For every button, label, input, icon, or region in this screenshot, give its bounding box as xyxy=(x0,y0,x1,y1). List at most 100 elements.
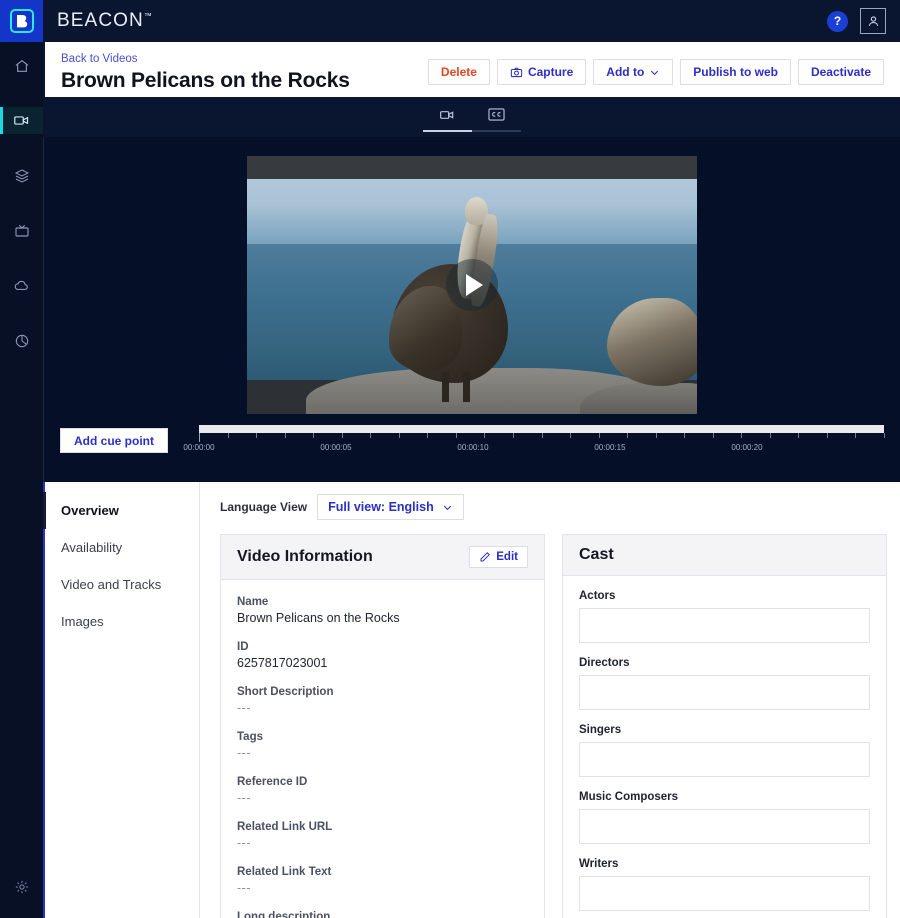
subnav-item-overview[interactable]: Overview xyxy=(43,492,199,529)
timeline[interactable]: 00:00:00 00:00:05 00:00:10 00:00:15 00:00:20 xyxy=(183,425,885,452)
subnav-item-availability[interactable]: Availability xyxy=(45,529,199,566)
sidebar-item-home[interactable] xyxy=(0,52,43,79)
back-to-videos-link[interactable]: Back to Videos xyxy=(61,52,350,67)
deactivate-button[interactable]: Deactivate xyxy=(797,59,884,85)
sidebar-item-settings[interactable] xyxy=(0,870,43,904)
tv-icon xyxy=(14,224,29,237)
sidebar-item-channels[interactable] xyxy=(0,217,43,244)
media-tabstrip xyxy=(43,97,900,137)
timeline-tick-minor xyxy=(798,433,800,438)
video-info-field-label: Name xyxy=(237,596,269,608)
subnav-item-images[interactable]: Images xyxy=(45,603,199,640)
timeline-row: Add cue point 00:00:00 00:00:05 00:00:10 00… xyxy=(44,425,900,473)
delete-button-label: Delete xyxy=(440,65,477,79)
add-to-button[interactable]: Add to xyxy=(593,59,674,85)
cast-field-input[interactable] xyxy=(579,742,870,777)
pelican2-body xyxy=(607,297,697,386)
top-bar-actions: ? xyxy=(827,8,900,34)
play-button[interactable] xyxy=(446,259,498,311)
lower-content: Overview Availability Video and Tracks I… xyxy=(43,482,900,918)
sidebar-item-library[interactable] xyxy=(0,162,43,189)
sidebar-item-analytics[interactable] xyxy=(0,327,43,354)
timeline-tick-minor xyxy=(512,433,514,438)
poster-letterbox xyxy=(247,156,697,180)
video-player-area: Add cue point 00:00:00 00:00:05 00:00:10 00… xyxy=(43,137,900,482)
subnav-label-availability: Availability xyxy=(61,540,123,555)
cast-field-input[interactable] xyxy=(579,809,870,844)
video-info-field-value: 6257817023001 xyxy=(237,656,328,670)
delete-button[interactable]: Delete xyxy=(427,59,490,85)
brand-text: BEACON xyxy=(57,10,144,31)
cast-fields: Actors Directors Singers Music Composers Wri… xyxy=(563,576,886,918)
timeline-time-label: 00:00:15 xyxy=(594,443,626,452)
video-info-field: Short Description --- xyxy=(237,684,528,717)
timeline-tick-minor xyxy=(313,433,315,438)
top-bar: BEACON™ ? xyxy=(0,0,900,42)
video-poster[interactable] xyxy=(247,156,697,414)
sidebar-item-media[interactable] xyxy=(0,107,43,134)
language-view-select[interactable]: Full view: English xyxy=(317,494,464,520)
video-info-field: Name Brown Pelicans on the Rocks xyxy=(237,594,528,627)
tabs-wrap xyxy=(422,103,521,132)
timeline-tick-major xyxy=(199,433,200,442)
timeline-tick-minor xyxy=(741,433,743,438)
cast-field-label: Music Composers xyxy=(579,791,679,803)
cast-field-label: Singers xyxy=(579,724,622,736)
cast-title: Cast xyxy=(579,546,614,563)
tab-video[interactable] xyxy=(435,103,460,127)
timeline-tick-minor xyxy=(541,433,543,438)
add-to-button-label: Add to xyxy=(606,65,645,79)
beacon-logo-icon xyxy=(9,9,34,33)
timeline-tick-minor xyxy=(627,433,629,438)
closed-captions-icon xyxy=(487,108,505,121)
subnav-label-overview: Overview xyxy=(61,503,119,518)
video-info-field-value: --- xyxy=(237,791,251,805)
video-info-field: Long description--- xyxy=(237,909,528,918)
help-button[interactable]: ? xyxy=(827,10,848,32)
gear-icon xyxy=(15,880,28,894)
subnav-item-video-and-tracks[interactable]: Video and Tracks xyxy=(45,566,199,603)
cast-field-input[interactable] xyxy=(579,876,870,911)
video-info-field-value: --- xyxy=(237,881,251,895)
timeline-time-label: 00:00:20 xyxy=(731,443,763,452)
camera-icon xyxy=(510,66,523,79)
add-cue-point-button[interactable]: Add cue point xyxy=(60,428,168,453)
cast-field: Singers xyxy=(579,724,870,777)
cast-field-label: Directors xyxy=(579,657,630,669)
timeline-tick-minor xyxy=(598,433,600,438)
video-info-field-value: --- xyxy=(237,836,251,850)
tab-captions[interactable] xyxy=(484,103,509,127)
timeline-bar[interactable] xyxy=(199,425,884,433)
sidebar-item-delivery[interactable] xyxy=(0,272,43,299)
video-info-field-value: --- xyxy=(237,746,251,760)
page-header-actions: Delete Capture Add to Publish to web Dea… xyxy=(421,52,884,85)
section-subnav: Overview Availability Video and Tracks I… xyxy=(43,482,200,918)
brand-name: BEACON™ xyxy=(57,10,152,32)
timeline-tick-minor xyxy=(284,433,286,438)
video-info-field-label: Related Link URL xyxy=(237,821,333,833)
timeline-tick-minor xyxy=(712,433,714,438)
app-logo[interactable] xyxy=(0,0,43,42)
timeline-tick-minor xyxy=(227,433,229,438)
capture-button[interactable]: Capture xyxy=(496,59,587,85)
play-icon xyxy=(466,274,483,296)
edit-video-information-button[interactable]: Edit xyxy=(469,546,528,568)
timeline-tick-minor xyxy=(769,433,771,438)
user-account-button[interactable] xyxy=(860,8,886,34)
video-information-fields: Name Brown Pelicans on the Rocks ID 6257817… xyxy=(221,580,544,918)
cast-header: Cast xyxy=(563,535,886,576)
pelican-leg-left xyxy=(442,371,450,402)
video-information-title: Video Information xyxy=(237,548,373,565)
left-icon-rail xyxy=(0,42,43,918)
publish-button-label: Publish to web xyxy=(693,65,778,79)
rail-spacer xyxy=(0,382,43,870)
overview-content: Language View Full view: English Video I… xyxy=(200,482,900,918)
cast-field-input[interactable] xyxy=(579,675,870,710)
video-info-field-label: ID xyxy=(237,641,249,653)
cast-field: Writers xyxy=(579,858,870,911)
publish-to-web-button[interactable]: Publish to web xyxy=(680,59,791,85)
video-info-field-label: Reference ID xyxy=(237,776,308,788)
video-camera-icon xyxy=(440,110,454,119)
timeline-time-label: 00:00:10 xyxy=(457,443,489,452)
cast-field-input[interactable] xyxy=(579,608,870,643)
